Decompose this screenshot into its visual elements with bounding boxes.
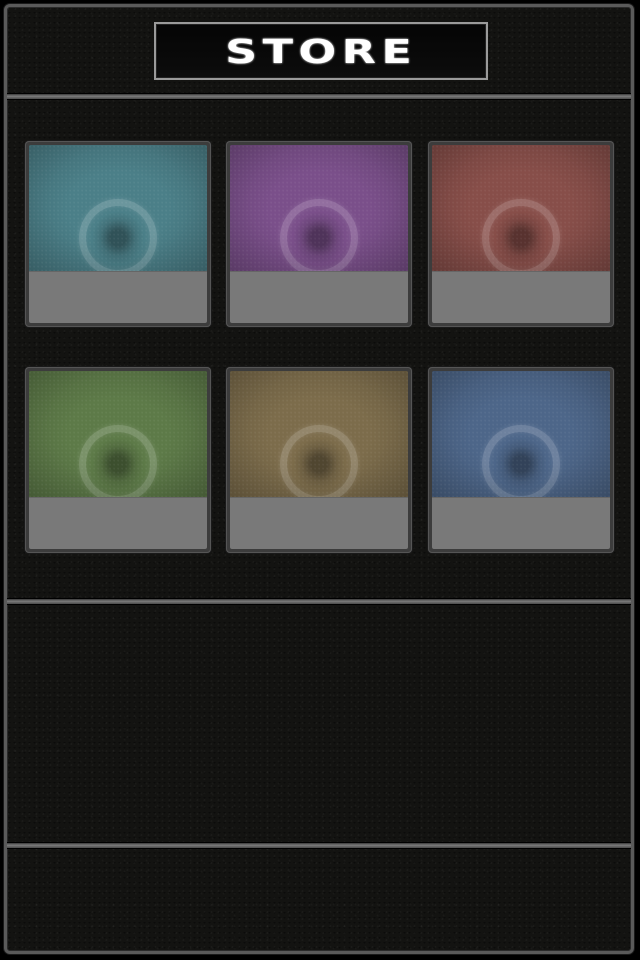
store-item-frame: [432, 145, 610, 323]
store-screen: STORE: [4, 4, 634, 954]
ring-icon: [280, 199, 358, 277]
store-item-frame: [29, 371, 207, 549]
middle-divider: [7, 599, 631, 604]
store-item-tan[interactable]: [226, 367, 412, 553]
bottom-divider: [7, 843, 631, 848]
store-item-red[interactable]: [428, 141, 614, 327]
store-item-art: [29, 145, 207, 277]
store-item-frame: [230, 145, 408, 323]
store-item-label: [230, 497, 408, 549]
store-item-art: [29, 371, 207, 503]
footer-panel: [7, 849, 631, 951]
ring-icon: [482, 199, 560, 277]
store-item-label: [432, 271, 610, 323]
store-item-green[interactable]: [25, 367, 211, 553]
store-item-frame: [230, 371, 408, 549]
store-title-box: STORE: [154, 22, 488, 80]
page-title: STORE: [224, 31, 418, 71]
store-item-label: [230, 271, 408, 323]
ring-icon: [482, 425, 560, 503]
ring-icon: [79, 425, 157, 503]
store-item-blue[interactable]: [428, 367, 614, 553]
ring-icon: [79, 199, 157, 277]
store-item-art: [230, 371, 408, 503]
store-item-art: [432, 371, 610, 503]
store-item-frame: [432, 371, 610, 549]
content-panel: [7, 605, 631, 843]
top-divider: [7, 94, 631, 99]
store-item-purple[interactable]: [226, 141, 412, 327]
store-item-art: [230, 145, 408, 277]
ring-icon: [280, 425, 358, 503]
store-item-frame: [29, 145, 207, 323]
store-item-teal[interactable]: [25, 141, 211, 327]
store-item-label: [29, 497, 207, 549]
store-item-label: [29, 271, 207, 323]
store-item-art: [432, 145, 610, 277]
store-item-label: [432, 497, 610, 549]
